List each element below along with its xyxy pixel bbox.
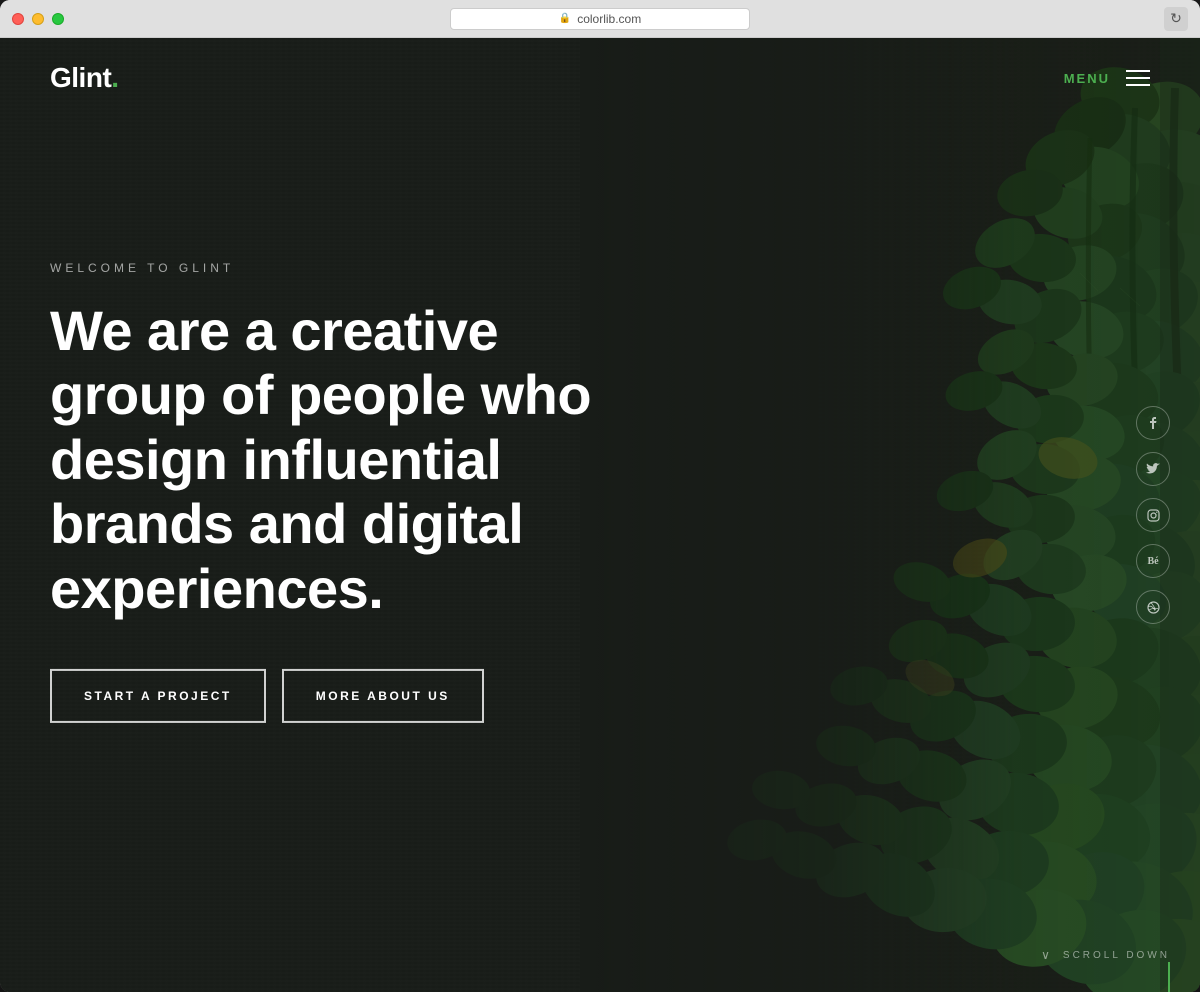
content-layer: Glint. MENU WELCOME TO GLINT We are a cr…	[0, 38, 1200, 992]
welcome-text: WELCOME TO GLINT	[50, 261, 650, 275]
website-main: Glint. MENU WELCOME TO GLINT We are a cr…	[0, 38, 1200, 992]
headline: We are a creative group of people who de…	[50, 299, 650, 621]
facebook-icon[interactable]	[1136, 406, 1170, 440]
close-button[interactable]	[12, 13, 24, 25]
browser-window: 🔒 colorlib.com ↻	[0, 0, 1200, 992]
behance-label: Bé	[1147, 556, 1158, 567]
cta-buttons: START A PROJECT MORE ABOUT US	[50, 669, 650, 723]
hamburger-line-1	[1126, 70, 1150, 72]
social-icons: Bé	[1136, 406, 1170, 624]
refresh-button[interactable]: ↻	[1164, 7, 1188, 31]
logo: Glint.	[50, 62, 119, 94]
nav-right: MENU	[1064, 70, 1150, 86]
logo-text: Glint	[50, 62, 111, 93]
menu-button[interactable]	[1126, 70, 1150, 86]
minimize-button[interactable]	[32, 13, 44, 25]
scroll-chevron-icon: ∨	[1041, 948, 1053, 962]
behance-icon[interactable]: Bé	[1136, 544, 1170, 578]
address-bar[interactable]: 🔒 colorlib.com	[450, 8, 750, 30]
scroll-line	[1168, 962, 1170, 992]
navigation: Glint. MENU	[0, 38, 1200, 118]
lock-icon: 🔒	[559, 13, 571, 24]
hero-section: WELCOME TO GLINT We are a creative group…	[50, 261, 650, 723]
twitter-icon[interactable]	[1136, 452, 1170, 486]
scroll-down[interactable]: ∨ SCROLL DOWN	[1041, 948, 1170, 962]
url-text: colorlib.com	[577, 12, 641, 26]
title-bar: 🔒 colorlib.com ↻	[0, 0, 1200, 38]
more-about-us-button[interactable]: MORE ABOUT US	[282, 669, 484, 723]
scroll-down-label: SCROLL DOWN	[1063, 950, 1170, 961]
start-project-button[interactable]: START A PROJECT	[50, 669, 266, 723]
hamburger-line-2	[1126, 77, 1150, 79]
menu-label: MENU	[1064, 71, 1110, 86]
traffic-lights	[12, 13, 64, 25]
dribbble-icon[interactable]	[1136, 590, 1170, 624]
maximize-button[interactable]	[52, 13, 64, 25]
instagram-icon[interactable]	[1136, 498, 1170, 532]
hamburger-line-3	[1126, 84, 1150, 86]
logo-dot: .	[111, 62, 118, 93]
